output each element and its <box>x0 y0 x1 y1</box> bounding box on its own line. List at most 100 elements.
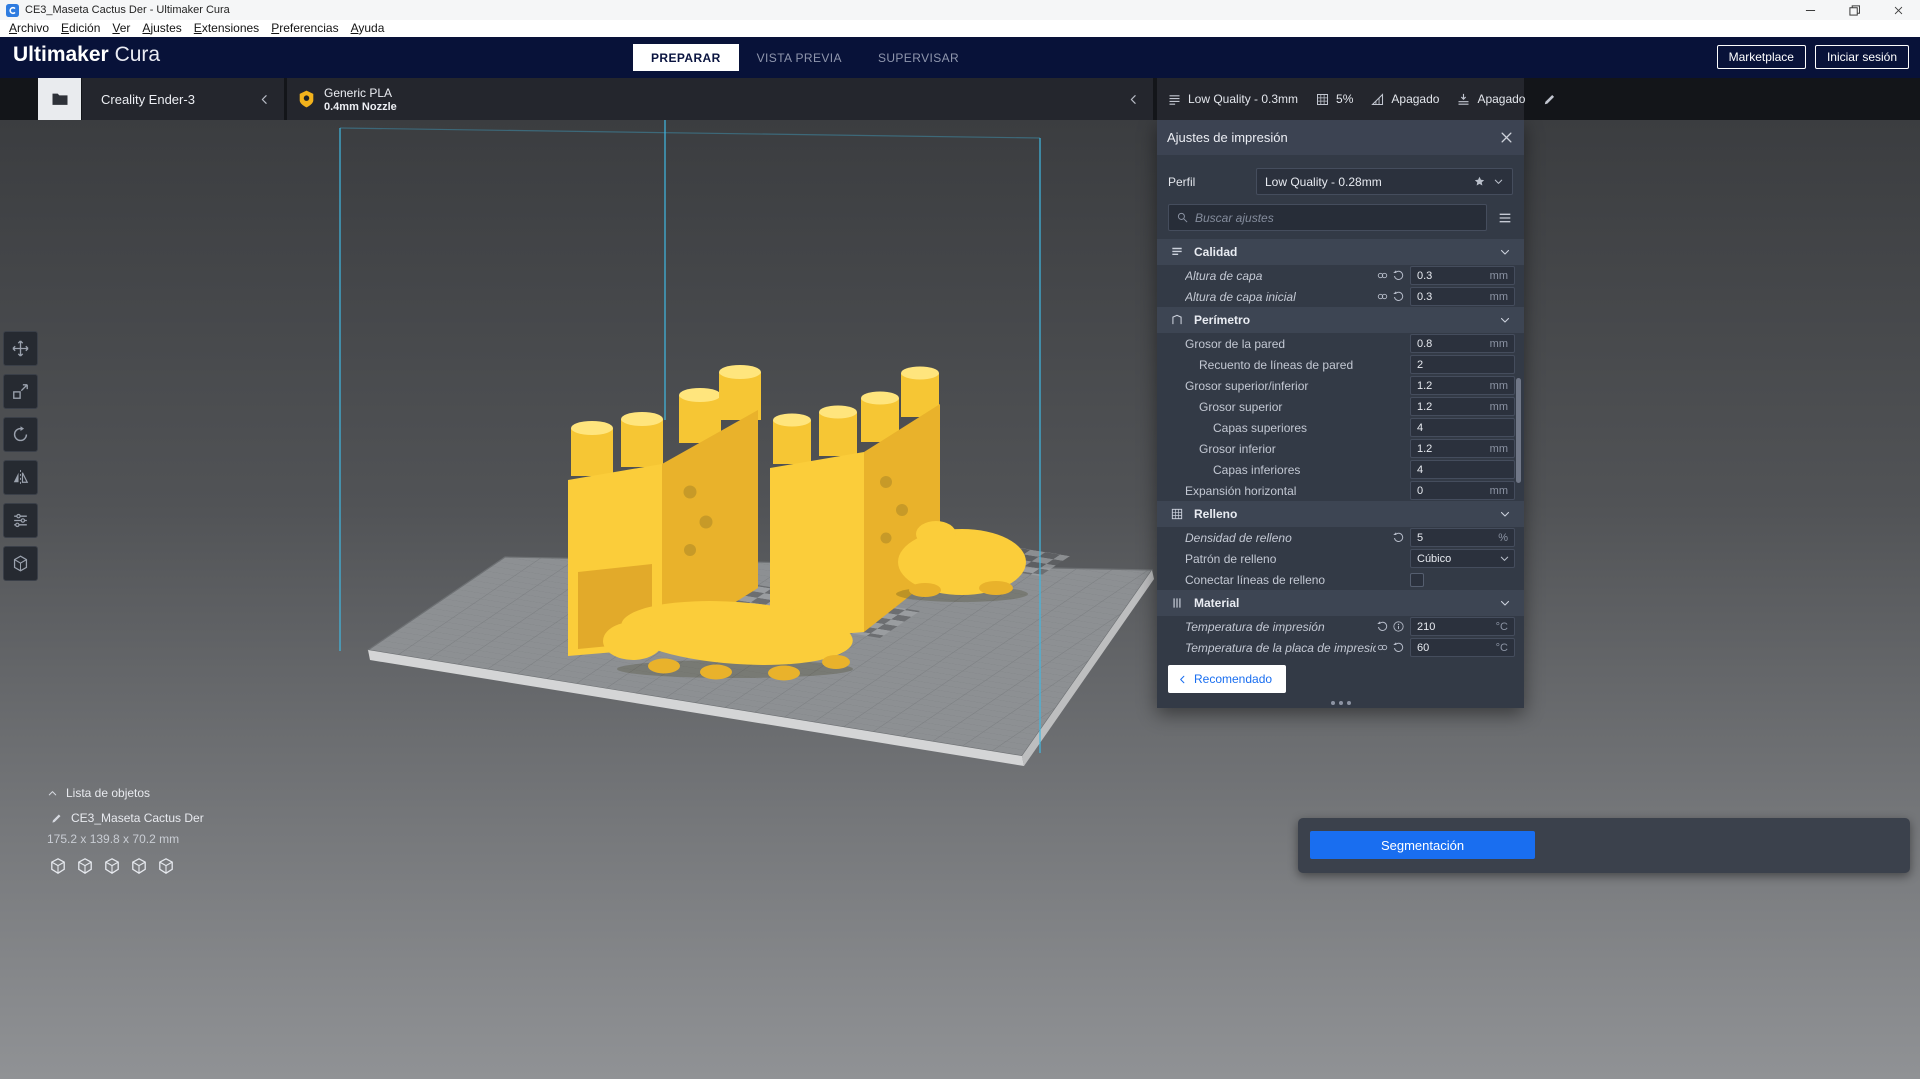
sign-in-button[interactable]: Iniciar sesión <box>1814 45 1909 69</box>
summary-support[interactable]: Apagado <box>1370 92 1439 107</box>
infill-icon <box>1170 507 1184 521</box>
category-label: Perímetro <box>1194 313 1251 327</box>
value-altura-de-capa[interactable]: 0.3 mm <box>1410 266 1515 285</box>
per-model-settings-icon <box>11 511 30 530</box>
category-per-metro[interactable]: Perímetro <box>1157 307 1524 333</box>
app-logo: Ultimaker Cura <box>13 43 160 67</box>
print-settings-summary[interactable]: Low Quality - 0.3mm 5% Apagado Apagado <box>1157 78 1555 120</box>
chevron-down-icon <box>1493 176 1504 187</box>
value-capas-superiores[interactable]: 4 <box>1410 418 1515 437</box>
value-grosor-de-la-pared[interactable]: 0.8 mm <box>1410 334 1515 353</box>
quality-icon <box>1170 245 1184 259</box>
search-input[interactable] <box>1195 210 1479 225</box>
view-3d-button[interactable] <box>49 857 67 875</box>
value-recuento-de-l-neas-de-pared[interactable]: 2 <box>1410 355 1515 374</box>
minimize-button[interactable] <box>1788 0 1832 20</box>
object-list-label: Lista de objetos <box>66 786 151 800</box>
summary-infill[interactable]: 5% <box>1315 92 1353 107</box>
profile-dropdown[interactable]: Low Quality - 0.28mm <box>1256 168 1513 195</box>
setting-temperatura-de-la-placa-de-impresi-n: Temperatura de la placa de impresión 60 °C <box>1157 637 1524 658</box>
menu-ajustes[interactable]: Ajustes <box>136 20 187 37</box>
tool-per-model-settings[interactable] <box>3 503 38 538</box>
view-left-button[interactable] <box>130 857 148 875</box>
view-top-button[interactable] <box>103 857 121 875</box>
value-grosor-superior-inferior[interactable]: 1.2 mm <box>1410 376 1515 395</box>
category-calidad[interactable]: Calidad <box>1157 239 1524 265</box>
value-altura-de-capa-inicial[interactable]: 0.3 mm <box>1410 287 1515 306</box>
restore-button[interactable] <box>1832 0 1876 20</box>
checkbox-conectar-l-neas-de-relleno[interactable] <box>1410 572 1424 587</box>
profile-label: Perfil <box>1168 174 1196 189</box>
object-list-item[interactable]: CE3_Maseta Cactus Der <box>50 811 204 825</box>
value-text: 4 <box>1417 421 1424 434</box>
category-label: Calidad <box>1194 245 1238 259</box>
settings-scrollbar[interactable] <box>1516 378 1521 483</box>
setting-patr-n-de-relleno: Patrón de relleno Cúbico <box>1157 548 1524 569</box>
menu-ver[interactable]: Ver <box>106 20 136 37</box>
value-capas-inferiores[interactable]: 4 <box>1410 460 1515 479</box>
unit-label: mm <box>1489 269 1508 282</box>
value-text: Cúbico <box>1417 552 1452 565</box>
tool-support-blocker[interactable] <box>3 546 38 581</box>
view-front-button[interactable] <box>76 857 94 875</box>
category-relleno[interactable]: Relleno <box>1157 501 1524 527</box>
revert-icon[interactable] <box>1392 641 1405 654</box>
setting-recuento-de-l-neas-de-pared: Recuento de líneas de pared 2 <box>1157 354 1524 375</box>
tool-move[interactable] <box>3 331 38 366</box>
view-right-button[interactable] <box>157 857 175 875</box>
value-text: 2 <box>1417 358 1424 371</box>
pencil-icon[interactable] <box>1542 92 1557 107</box>
revert-icon[interactable] <box>1392 269 1405 282</box>
panel-title: Ajustes de impresión <box>1167 130 1288 145</box>
dropdown-patr-n-de-relleno[interactable]: Cúbico <box>1410 549 1515 568</box>
close-window-button[interactable] <box>1876 0 1920 20</box>
tool-mirror[interactable] <box>3 460 38 495</box>
chevron-left-icon <box>258 93 271 106</box>
chevron-down-icon <box>1499 246 1511 258</box>
chevron-left-icon <box>1127 93 1140 106</box>
revert-icon[interactable] <box>1376 620 1389 633</box>
menu-preferencias[interactable]: Preferencias <box>265 20 344 37</box>
setting-label: Capas superiores <box>1213 420 1308 435</box>
value-temperatura-de-impresi-n[interactable]: 210 °C <box>1410 617 1515 636</box>
panel-drag-handle[interactable] <box>1330 701 1351 705</box>
value-grosor-inferior[interactable]: 1.2 mm <box>1410 439 1515 458</box>
printer-selector[interactable]: Creality Ender-3 <box>82 78 284 120</box>
recommended-button[interactable]: Recomendado <box>1168 665 1287 693</box>
tab-vista-previa[interactable]: VISTA PREVIA <box>739 44 860 71</box>
menu-ayuda[interactable]: Ayuda <box>345 20 391 37</box>
category-material[interactable]: Material <box>1157 590 1524 616</box>
marketplace-button[interactable]: Marketplace <box>1716 45 1806 69</box>
revert-icon[interactable] <box>1392 290 1405 303</box>
tool-scale[interactable] <box>3 374 38 409</box>
viewport-3d[interactable] <box>0 120 1920 1079</box>
view-mode-bar <box>49 857 175 875</box>
nozzle-size: 0.4mm Nozzle <box>324 100 397 113</box>
material-info: Generic PLA 0.4mm Nozzle <box>324 86 397 113</box>
open-file-button[interactable] <box>38 78 81 120</box>
viewport-3d-scene[interactable] <box>0 120 1920 1079</box>
tab-preparar[interactable]: PREPARAR <box>633 44 739 71</box>
tool-rotate[interactable] <box>3 417 38 452</box>
slice-button[interactable]: Segmentación <box>1310 831 1535 859</box>
menu-extensiones[interactable]: Extensiones <box>188 20 265 37</box>
setting-label: Grosor superior/inferior <box>1185 378 1309 393</box>
menu-edici-n[interactable]: Edición <box>55 20 106 37</box>
value-grosor-superior[interactable]: 1.2 mm <box>1410 397 1515 416</box>
value-expansi-n-horizontal[interactable]: 0 mm <box>1410 481 1515 500</box>
setting-label: Altura de capa inicial <box>1185 289 1296 304</box>
object-list-toggle[interactable]: Lista de objetos <box>47 786 150 800</box>
value-temperatura-de-la-placa-de-impresi-n[interactable]: 60 °C <box>1410 638 1515 657</box>
settings-menu-icon[interactable] <box>1497 210 1513 226</box>
menu-archivo[interactable]: Archivo <box>3 20 55 37</box>
summary-profile[interactable]: Low Quality - 0.3mm <box>1167 92 1298 107</box>
close-panel-icon[interactable] <box>1499 130 1514 145</box>
star-icon[interactable] <box>1473 175 1486 188</box>
tab-supervisar[interactable]: SUPERVISAR <box>860 44 977 71</box>
support-icon <box>1370 92 1385 107</box>
material-selector[interactable]: Generic PLA 0.4mm Nozzle <box>287 78 1153 120</box>
summary-adhesion[interactable]: Apagado <box>1456 92 1525 107</box>
revert-icon[interactable] <box>1392 531 1405 544</box>
value-densidad-de-relleno[interactable]: 5% <box>1410 528 1515 547</box>
settings-search[interactable] <box>1168 204 1487 231</box>
